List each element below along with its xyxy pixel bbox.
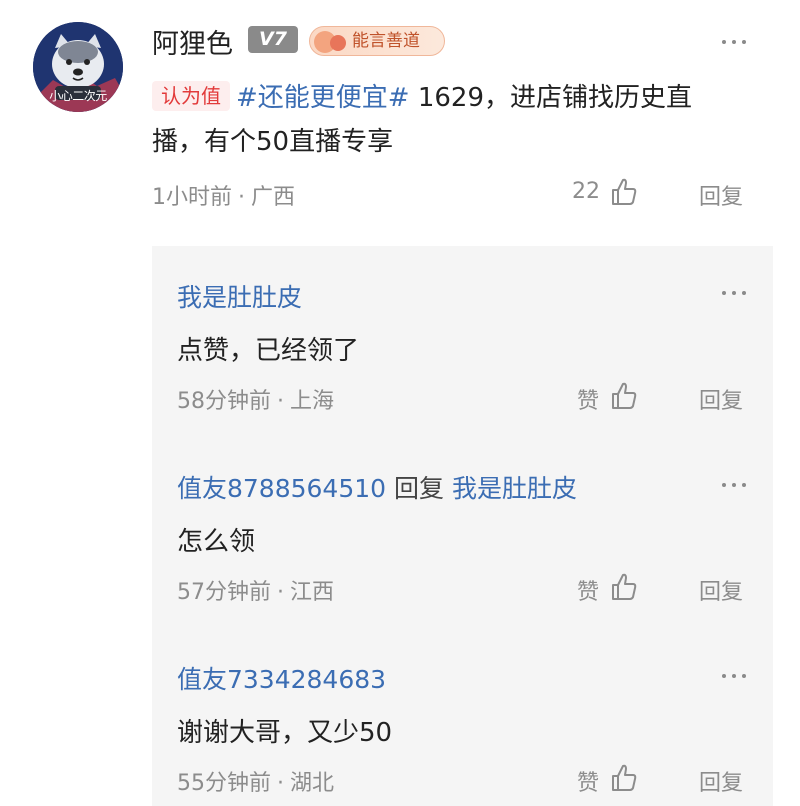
reply-time: 55分钟前 (177, 771, 271, 796)
reply-meta: 58分钟前 · 上海 (177, 389, 335, 414)
opinion-tag: 认为值 (152, 81, 230, 111)
reply-button[interactable]: 回复 (699, 179, 743, 211)
thumb-up-icon[interactable] (611, 573, 637, 601)
reply-user[interactable]: 值友7334284683 (177, 660, 386, 696)
more-icon[interactable] (720, 481, 748, 489)
level-badge: V7 (248, 26, 298, 53)
thumb-up-icon[interactable] (611, 764, 637, 792)
comment-meta: 1小时前 · 广西 (152, 185, 296, 210)
reply-text: 怎么领 (177, 527, 256, 557)
like-count: 22 (572, 179, 600, 204)
reply-text: 谢谢大哥，又少50 (177, 718, 393, 748)
reply-user[interactable]: 值友8788564510 (177, 474, 386, 503)
reply-to-user[interactable]: 我是肚肚皮 (452, 474, 577, 503)
comment-text-line2: 播，有个50直播专享 (152, 127, 394, 157)
more-icon[interactable] (720, 289, 748, 297)
medal-badge[interactable]: 能言善道 (309, 26, 445, 56)
like-label[interactable]: 赞 (577, 383, 599, 415)
reply-thread: 我是肚肚皮 点赞，已经领了 58分钟前 · 上海 赞 回复 值友8788564510… (152, 246, 773, 806)
reply-location: 上海 (290, 389, 335, 414)
medal-label: 能言善道 (352, 31, 420, 51)
reply-button[interactable]: 回复 (699, 383, 743, 415)
like-label[interactable]: 赞 (577, 574, 599, 606)
comment-time: 1小时前 (152, 185, 232, 210)
username[interactable]: 阿狸色 (152, 22, 233, 61)
reply-meta: 57分钟前 · 江西 (177, 580, 335, 605)
more-icon[interactable] (720, 38, 748, 46)
reply-word: 回复 (394, 474, 445, 503)
reply-meta: 55分钟前 · 湖北 (177, 771, 335, 796)
reply-button[interactable]: 回复 (699, 765, 743, 797)
topic-link[interactable]: #还能更便宜# (236, 83, 410, 113)
thumb-up-icon[interactable] (611, 178, 637, 206)
reply-user[interactable]: 我是肚肚皮 (177, 278, 302, 314)
reply-time: 57分钟前 (177, 580, 271, 605)
more-icon[interactable] (720, 672, 748, 680)
like-label[interactable]: 赞 (577, 765, 599, 797)
comment-content: 认为值 #还能更便宜# 1629，进店铺找历史直 播，有个50直播专享 (152, 76, 762, 164)
avatar-caption: 小心二次元 (49, 89, 107, 103)
reply-time: 58分钟前 (177, 389, 271, 414)
reply-user-line: 值友8788564510 回复 我是肚肚皮 (177, 469, 577, 505)
comment-text-line1: 1629，进店铺找历史直 (409, 83, 693, 113)
reply-location: 湖北 (290, 771, 335, 796)
avatar[interactable]: 小心二次元 (33, 22, 123, 112)
thumb-up-icon[interactable] (611, 382, 637, 410)
comment-location: 广西 (251, 185, 296, 210)
reply-location: 江西 (290, 580, 335, 605)
reply-button[interactable]: 回复 (699, 574, 743, 606)
medal-icon-secondary (330, 35, 346, 51)
reply-text: 点赞，已经领了 (177, 336, 360, 366)
